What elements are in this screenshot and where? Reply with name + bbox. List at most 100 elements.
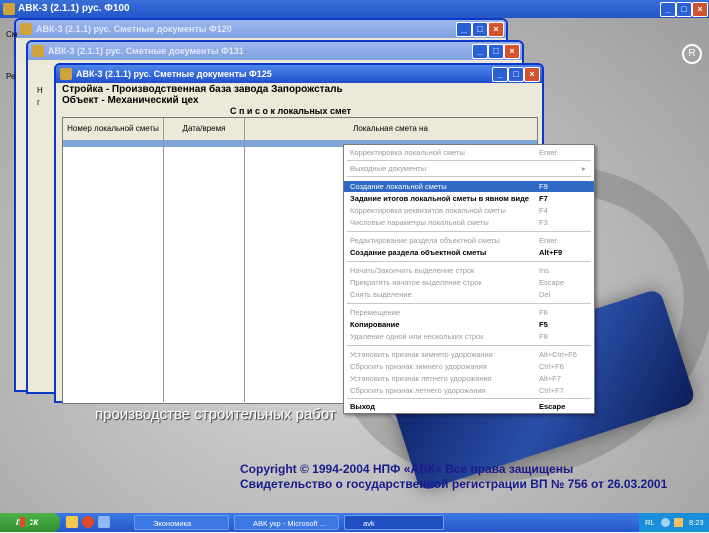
column-header-datetime[interactable]: Дата/время (164, 118, 245, 140)
menu-item-shortcut: Alt+Ctrl+F6 (539, 350, 577, 359)
system-tray: RL 8:23 (639, 513, 709, 532)
window-icon (60, 68, 72, 80)
menu-item-shortcut: Alt+F9 (539, 248, 563, 257)
menu-item[interactable]: Выходные документы ▸ (344, 163, 594, 174)
menu-item[interactable]: Копирование F5 (344, 319, 594, 330)
menu-item-shortcut: Enter (539, 236, 557, 245)
menu-item-label: Прекратить начатое выделение строк (350, 278, 482, 287)
menu-item[interactable]: Снять выделение Del (344, 289, 594, 300)
menu-item-shortcut: Ctrl+F6 (539, 362, 564, 371)
minimize-button[interactable]: _ (472, 44, 488, 59)
taskbar-button-avk[interactable]: avk (344, 515, 444, 530)
column-divider (244, 140, 245, 402)
menu-separator (347, 160, 591, 161)
submenu-arrow-icon: ▸ (582, 164, 586, 173)
taskbar-button-avk-word[interactable]: АВК укр - Microsoft ... (234, 515, 339, 530)
copyright-line-1: Copyright © 1994-2004 НПФ «АВК» Все прав… (240, 462, 574, 476)
column-header-estimate[interactable]: Локальная смета на (245, 118, 536, 140)
main-window-title: АВК-3 (2.1.1) рус. Ф100 (18, 3, 130, 14)
menu-item-shortcut: Escape (539, 402, 566, 411)
minimize-button[interactable]: _ (456, 22, 472, 37)
menu-separator (347, 303, 591, 304)
menu-item-shortcut: F7 (539, 194, 548, 203)
window-f131-titlebar[interactable]: АВК-3 (2.1.1) рус. Сметные документы Ф13… (28, 42, 522, 60)
menu-item-label: Перемещение (350, 308, 400, 317)
minimize-button[interactable]: _ (660, 2, 676, 17)
copyright-line-2: Свидетельство о государственной регистра… (240, 477, 668, 491)
minimize-button[interactable]: _ (492, 67, 508, 82)
column-divider (163, 140, 164, 402)
menu-item[interactable]: Создание раздела объектной сметы Alt+F9 (344, 247, 594, 258)
side-label: Н (37, 86, 43, 95)
taskbar: пуск Экономика АВК укр - Microsoft ... a… (0, 513, 709, 532)
close-button[interactable]: × (488, 22, 504, 37)
menu-item[interactable]: Начать/Закончить выделение строк Ins (344, 265, 594, 276)
menu-item-label: Снять выделение (350, 290, 412, 299)
menu-item-shortcut: F8 (539, 332, 548, 341)
menu-item-label: Создание локальной сметы (350, 182, 447, 191)
menu-item[interactable]: Сбросить признак летнего удорожания Ctrl+… (344, 385, 594, 396)
menu-item[interactable]: Сбросить признак зимнего удорожания Ctrl+… (344, 361, 594, 372)
close-button[interactable]: × (692, 2, 708, 17)
maximize-button[interactable]: □ (676, 2, 692, 17)
quicklaunch-icon[interactable] (98, 516, 110, 528)
menu-item-label: Сбросить признак зимнего удорожания (350, 362, 487, 371)
menu-item-label: Выходные документы (350, 164, 427, 173)
quicklaunch-icon[interactable] (66, 516, 78, 528)
menu-item[interactable]: Перемещение F6 (344, 307, 594, 318)
taskbar-button-economics[interactable]: Экономика (134, 515, 229, 530)
menu-item[interactable]: Корректировка реквизитов локальной сметы… (344, 205, 594, 216)
menu-item[interactable]: Создание локальной сметы F9 (344, 181, 594, 192)
column-header-number[interactable]: Номер локальной сметы (63, 118, 164, 140)
maximize-button[interactable]: □ (488, 44, 504, 59)
close-button[interactable]: × (504, 44, 520, 59)
menu-item-shortcut: F9 (539, 182, 548, 191)
side-label: г (37, 98, 40, 107)
menu-item-label: Удаление одной или нескольких строк (350, 332, 484, 341)
menu-item[interactable]: Задание итогов локальной сметы в явном в… (344, 193, 594, 204)
menu-separator (347, 398, 591, 399)
windows-logo-icon (20, 517, 30, 527)
menu-item-label: Выход (350, 402, 376, 411)
menu-item[interactable]: Числовые параметры локальной сметы F3 (344, 217, 594, 228)
menu-item[interactable]: Редактирование раздела объектной сметы En… (344, 235, 594, 246)
side-label: См (6, 30, 18, 39)
menu-item[interactable]: Установить признак зимнего удорожания Alt… (344, 349, 594, 360)
menu-item-label: Корректировка локальной сметы (350, 148, 465, 157)
menu-item[interactable]: Корректировка локальной сметы Enter (344, 147, 594, 158)
list-title: С п и с о к локальных смет (230, 106, 351, 116)
main-window-titlebar[interactable]: АВК-3 (2.1.1) рус. Ф100 _ □ × (0, 0, 709, 18)
window-f120-titlebar[interactable]: АВК-3 (2.1.1) рус. Сметные документы Ф12… (16, 20, 506, 38)
tray-app-icon[interactable] (674, 518, 683, 527)
clock[interactable]: 8:23 (689, 513, 704, 532)
language-indicator[interactable]: RL (645, 513, 655, 532)
menu-item[interactable]: Прекратить начатое выделение строк Escape (344, 277, 594, 288)
menu-item-shortcut: Alt+F7 (539, 374, 561, 383)
quicklaunch-icon[interactable] (82, 516, 94, 528)
maximize-button[interactable]: □ (472, 22, 488, 37)
close-button[interactable]: × (524, 67, 540, 82)
start-button[interactable]: пуск (0, 513, 60, 532)
window-f131-title: АВК-3 (2.1.1) рус. Сметные документы Ф13… (48, 46, 244, 56)
menu-item-label: Корректировка реквизитов локальной сметы (350, 206, 506, 215)
menu-separator (347, 261, 591, 262)
menu-item-shortcut: F3 (539, 218, 548, 227)
object-label: Объект - Механический цех (62, 95, 199, 106)
menu-item-shortcut: Del (539, 290, 551, 299)
menu-item-label: Редактирование раздела объектной сметы (350, 236, 500, 245)
desktop-bg-text: производстве строительных работ (95, 406, 336, 423)
menu-item[interactable]: Выход Escape (344, 401, 594, 412)
maximize-button[interactable]: □ (508, 67, 524, 82)
window-f125-titlebar[interactable]: АВК-3 (2.1.1) рус. Сметные документы Ф12… (56, 65, 542, 83)
menu-item[interactable]: Удаление одной или нескольких строк F8 (344, 331, 594, 342)
network-icon[interactable] (661, 518, 670, 527)
context-menu[interactable]: Корректировка локальной сметы Enter Выход… (343, 144, 595, 414)
menu-item-label: Начать/Закончить выделение строк (350, 266, 475, 275)
window-f125-title: АВК-3 (2.1.1) рус. Сметные документы Ф12… (76, 69, 272, 79)
menu-item-shortcut: F6 (539, 308, 548, 317)
window-icon (20, 23, 32, 35)
menu-item-shortcut: Enter (539, 148, 557, 157)
table-header: Номер локальной сметы Дата/время Локальн… (63, 118, 537, 141)
menu-item-label: Сбросить признак летнего удорожания (350, 386, 486, 395)
menu-item[interactable]: Установить признак летнего удорожания Alt… (344, 373, 594, 384)
